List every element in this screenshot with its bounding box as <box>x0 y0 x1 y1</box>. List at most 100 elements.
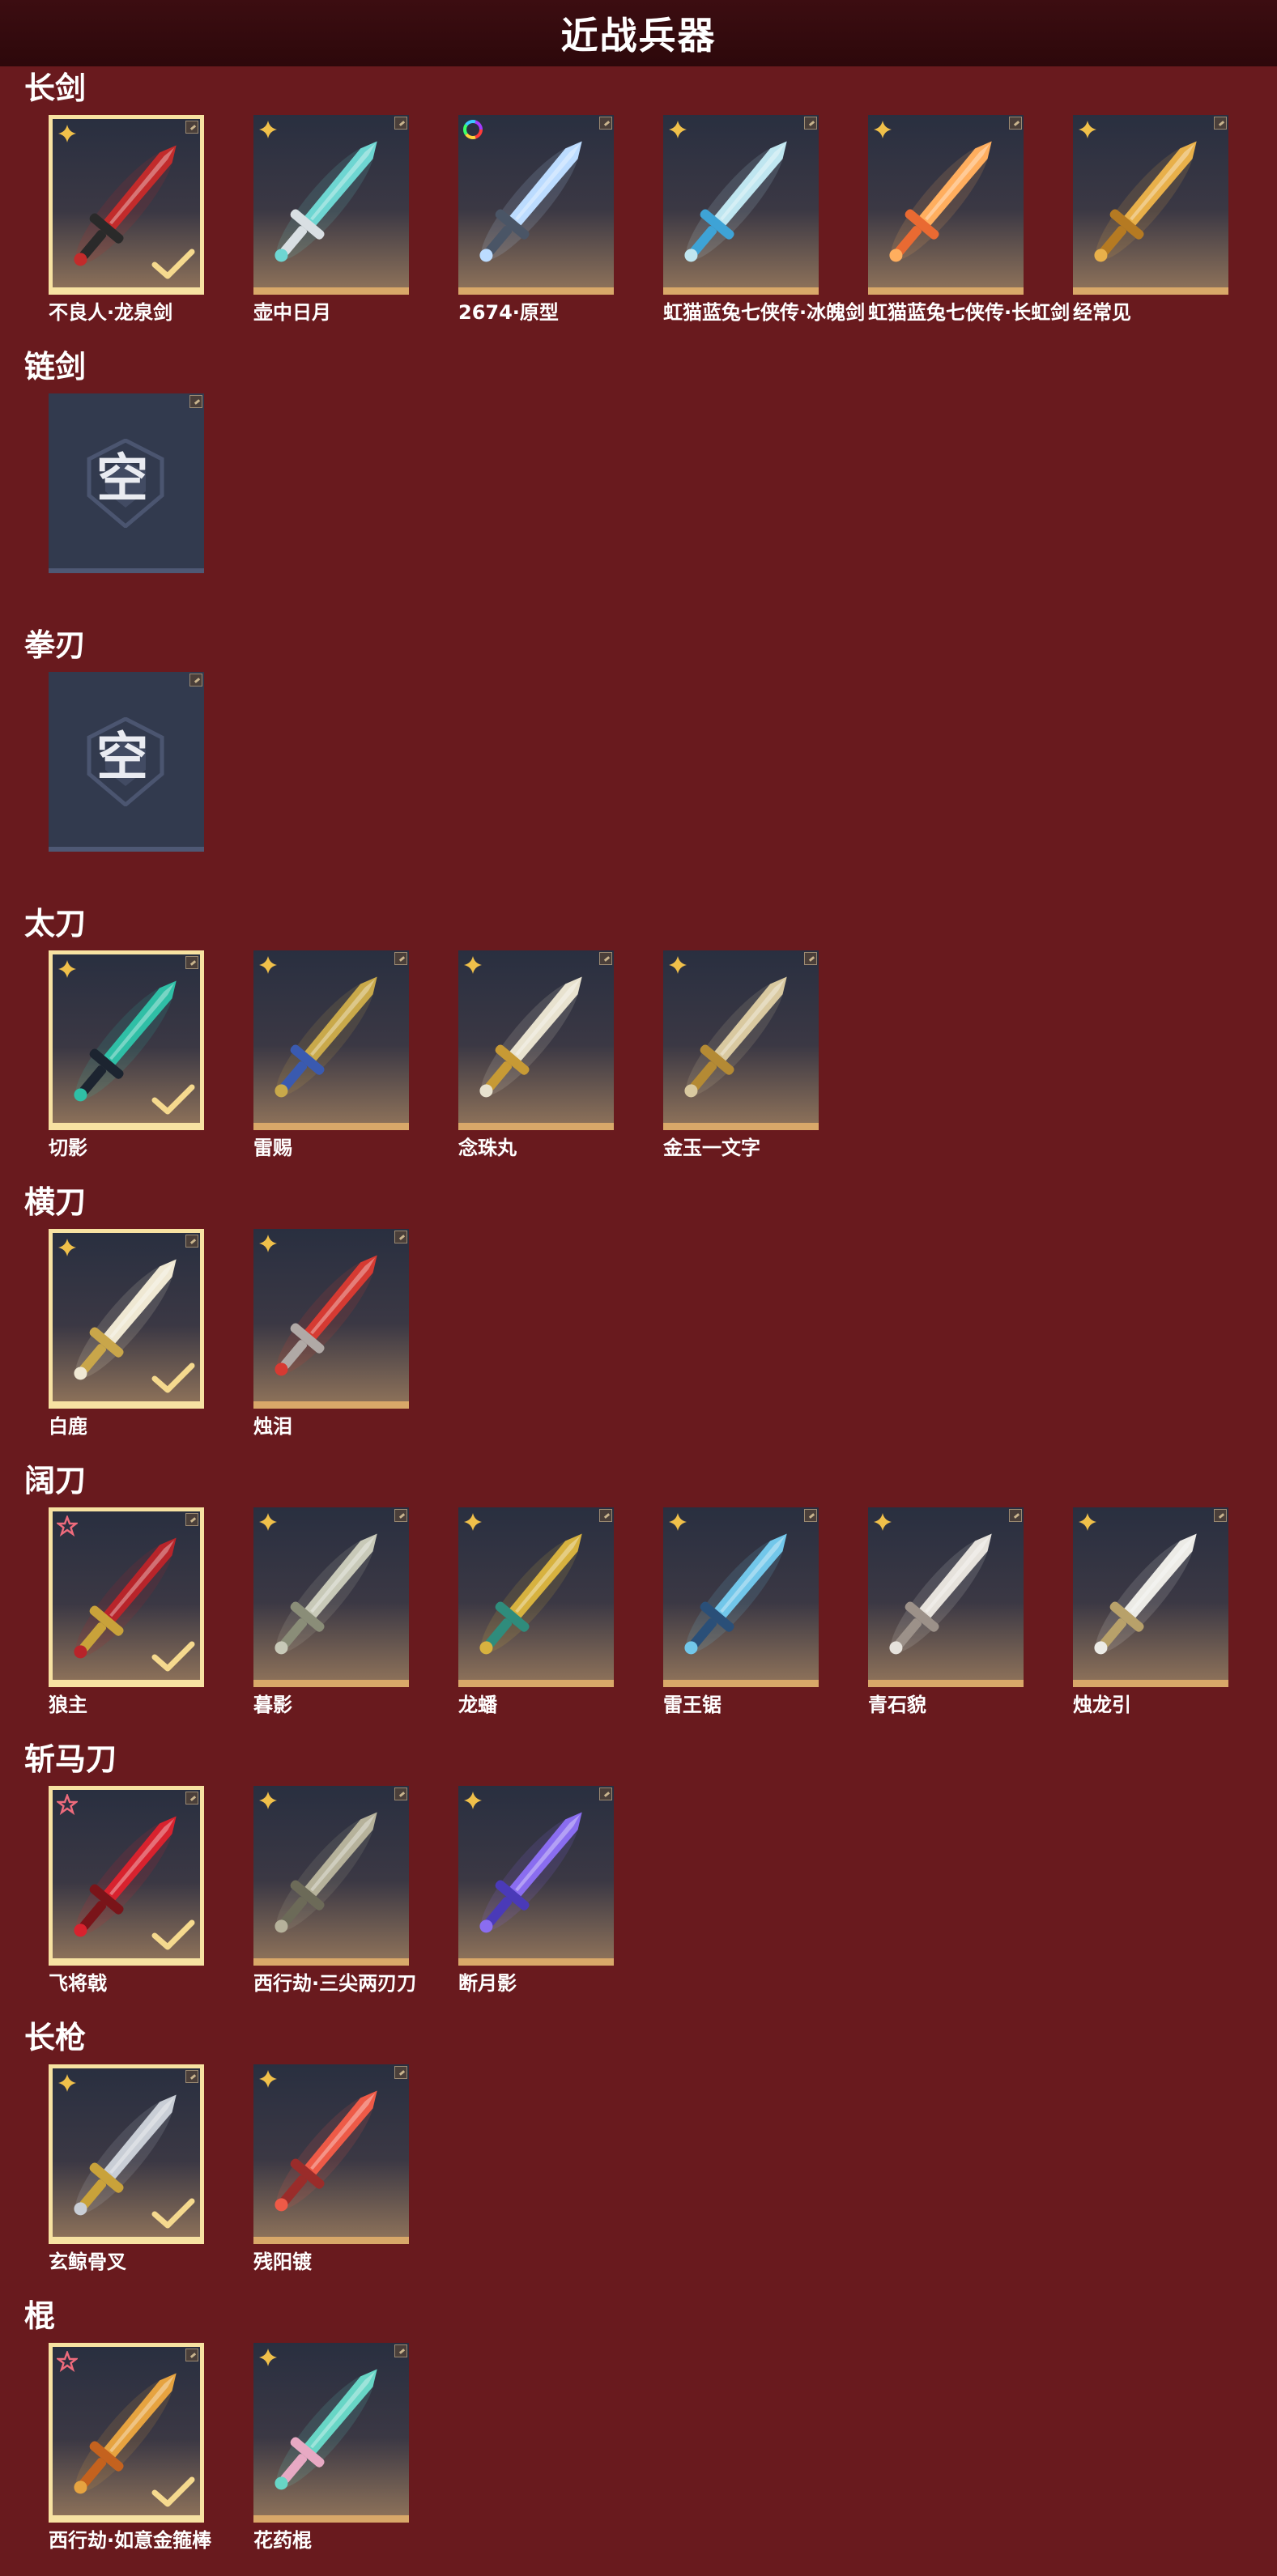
gold-star-icon <box>874 121 892 138</box>
card-frame <box>458 1786 614 1966</box>
weapon-image <box>889 141 992 262</box>
card-frame <box>49 115 204 295</box>
card-frame <box>49 1786 204 1966</box>
card-frame <box>458 115 614 295</box>
weapon-image <box>275 1255 377 1376</box>
card-frame <box>253 950 409 1130</box>
gold-star-icon <box>464 1792 482 1809</box>
weapon-card[interactable]: 不良人·龙泉剑 <box>49 115 204 324</box>
weapon-name: 雷王锯 <box>663 1694 722 1716</box>
section-title: 斩马刀 <box>24 1741 117 1777</box>
weapon-card[interactable]: 经常见 <box>1073 115 1228 324</box>
empty-slot-label: 空 <box>96 728 148 788</box>
gold-star-icon <box>259 1235 277 1252</box>
card-frame <box>253 2343 409 2523</box>
check-icon <box>151 1641 195 1672</box>
gold-star-icon <box>464 1513 482 1531</box>
section-title: 长枪 <box>24 2020 87 2055</box>
corner-badge-icon <box>185 2349 198 2361</box>
section-title: 棍 <box>24 2298 56 2334</box>
corner-badge-icon <box>599 952 612 965</box>
weapon-name: 经常见 <box>1073 301 1131 324</box>
weapon-section: 阔刀狼主 暮影 龙蟠 雷王锯 青石貌 烛龙引 <box>0 1462 1277 1741</box>
weapon-card[interactable]: 龙蟠 <box>458 1507 614 1716</box>
weapon-name: 念珠丸 <box>458 1137 517 1159</box>
corner-badge-icon <box>185 1792 198 1804</box>
corner-badge-icon <box>394 1787 407 1800</box>
gold-star-icon <box>669 121 687 138</box>
weapon-card[interactable]: 白鹿 <box>49 1229 204 1438</box>
weapon-section: 棍西行劫·如意金箍棒 花药棍 <box>0 2298 1277 2576</box>
weapon-card[interactable]: 玄鲸骨叉 <box>49 2064 204 2273</box>
check-icon <box>151 1362 195 1393</box>
weapon-name: 金玉一文字 <box>663 1137 760 1159</box>
weapon-card[interactable]: 飞将戟 <box>49 1786 204 1995</box>
card-frame <box>868 115 1024 295</box>
weapon-section: 拳刃空 <box>0 627 1277 905</box>
empty-slot[interactable]: 空 <box>49 393 204 573</box>
weapon-card[interactable]: 青石貌 <box>868 1507 1024 1716</box>
weapon-card[interactable]: 金玉一文字 <box>663 950 819 1159</box>
gold-star-icon <box>464 956 482 974</box>
weapon-card[interactable]: 壶中日月 <box>253 115 409 324</box>
section-title: 阔刀 <box>24 1463 87 1498</box>
gold-star-icon <box>669 956 687 974</box>
check-icon <box>151 2476 195 2507</box>
weapon-section: 长枪玄鲸骨叉 残阳镀 <box>0 2019 1277 2298</box>
weapon-image <box>889 1533 992 1655</box>
weapon-image <box>275 2369 377 2490</box>
gold-star-icon <box>874 1513 892 1531</box>
corner-badge-icon <box>1214 1509 1227 1522</box>
weapon-name: 西行劫·三尖两刃刀 <box>253 1972 417 1995</box>
weapon-image <box>479 1812 582 1933</box>
corner-badge-icon <box>394 952 407 965</box>
weapon-card[interactable]: 雷王锯 <box>663 1507 819 1716</box>
weapon-section: 斩马刀飞将戟 西行劫·三尖两刃刀 断月影 <box>0 1741 1277 2019</box>
card-frame <box>663 1507 819 1687</box>
corner-badge-icon <box>394 117 407 130</box>
weapon-image <box>275 1533 377 1655</box>
weapon-name: 残阳镀 <box>253 2251 312 2273</box>
corner-badge-icon <box>804 952 817 965</box>
card-frame: 空 <box>49 672 204 852</box>
weapon-card[interactable]: 2674·原型 <box>458 115 614 324</box>
weapon-card[interactable]: 烛龙引 <box>1073 1507 1228 1716</box>
weapon-card[interactable]: 雷赐 <box>253 950 409 1159</box>
weapon-name: 断月影 <box>458 1972 517 1995</box>
card-frame <box>253 1507 409 1687</box>
corner-badge-icon <box>185 1235 198 1248</box>
weapon-card[interactable]: 狼主 <box>49 1507 204 1716</box>
weapon-image <box>479 976 582 1098</box>
weapon-name: 青石貌 <box>868 1694 926 1716</box>
weapon-card[interactable]: 暮影 <box>253 1507 409 1716</box>
corner-badge-icon <box>1214 117 1227 130</box>
card-frame <box>49 2343 204 2523</box>
weapon-card[interactable]: 烛泪 <box>253 1229 409 1438</box>
weapon-card[interactable]: 虹猫蓝兔七侠传·长虹剑 <box>868 115 1070 324</box>
corner-badge-icon <box>599 117 612 130</box>
weapon-card[interactable]: 念珠丸 <box>458 950 614 1159</box>
corner-badge-icon <box>189 395 202 408</box>
corner-badge-icon <box>185 1513 198 1526</box>
gold-star-icon <box>58 125 76 142</box>
weapon-card[interactable]: 切影 <box>49 950 204 1159</box>
card-frame <box>458 950 614 1130</box>
gold-star-icon <box>259 2349 277 2366</box>
weapon-card[interactable]: 西行劫·如意金箍棒 <box>49 2343 211 2552</box>
card-frame <box>253 2064 409 2244</box>
empty-slot[interactable]: 空 <box>49 672 204 852</box>
corner-badge-icon <box>804 117 817 130</box>
weapon-card[interactable]: 断月影 <box>458 1786 614 1995</box>
weapon-image <box>684 976 787 1098</box>
gold-star-icon <box>1079 1513 1096 1531</box>
corner-badge-icon <box>1009 1509 1022 1522</box>
card-frame <box>1073 1507 1228 1687</box>
check-icon <box>151 1919 195 1950</box>
weapon-card[interactable]: 西行劫·三尖两刃刀 <box>253 1786 417 1995</box>
weapon-card[interactable]: 残阳镀 <box>253 2064 409 2273</box>
weapon-card[interactable]: 虹猫蓝兔七侠传·冰魄剑 <box>663 115 865 324</box>
corner-badge-icon <box>394 1509 407 1522</box>
check-icon <box>151 1084 195 1115</box>
weapon-name: 2674·原型 <box>458 301 559 324</box>
weapon-card[interactable]: 花药棍 <box>253 2343 409 2552</box>
